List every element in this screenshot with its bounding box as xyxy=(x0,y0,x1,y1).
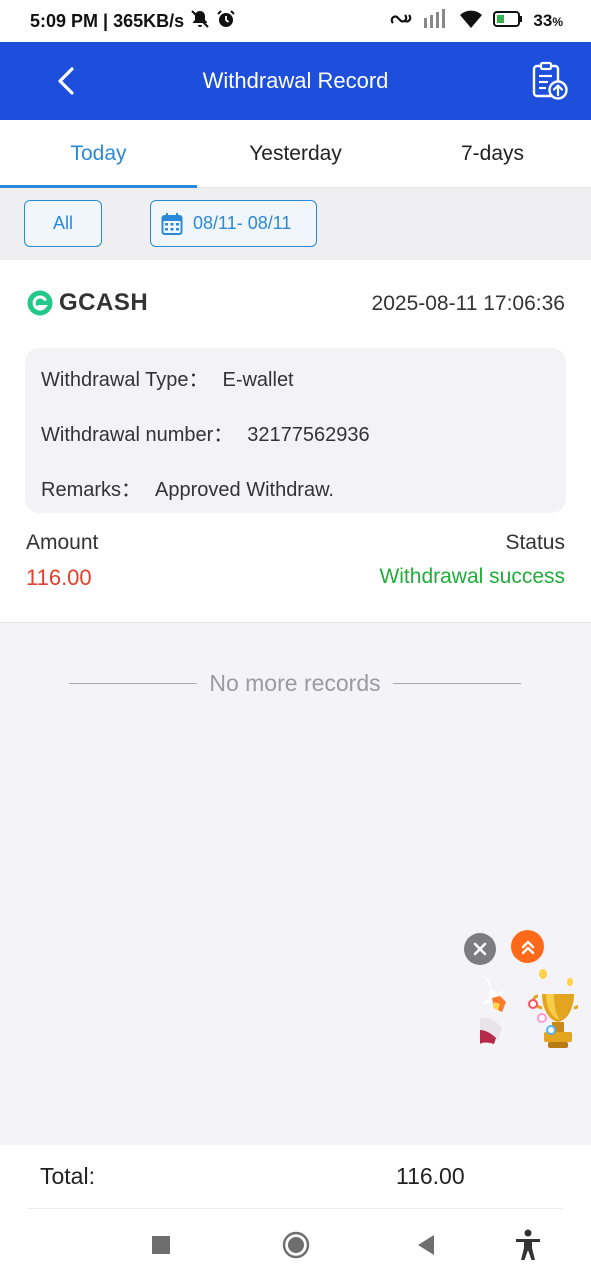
status-left: 5:09 PM | 365KB/s xyxy=(30,9,236,34)
withdrawal-number-value: 32177562936 xyxy=(247,424,370,446)
battery-icon xyxy=(493,10,523,33)
home-circle-icon xyxy=(282,1231,310,1259)
date-range-button[interactable]: 08/11- 08/11 xyxy=(150,200,317,247)
status-right: 33% xyxy=(389,8,563,34)
total-label: Total: xyxy=(40,1163,95,1189)
brand-name: GCASH xyxy=(59,289,149,316)
recents-square-icon xyxy=(152,1236,170,1254)
accessibility-icon xyxy=(516,1229,540,1260)
withdrawal-type-label: Withdrawal Type： xyxy=(41,369,209,391)
chevron-left-icon xyxy=(58,67,74,95)
calendar-icon xyxy=(161,212,183,235)
system-back-button[interactable] xyxy=(410,1229,442,1261)
list-end-indicator: No more records xyxy=(69,668,521,698)
clipboard-upload-icon xyxy=(532,61,568,100)
page-title: Withdrawal Record xyxy=(202,68,389,93)
withdrawal-type-value: E-wallet xyxy=(222,369,294,391)
total-bar: Total: 116.00 xyxy=(0,1145,591,1209)
recents-button[interactable] xyxy=(146,1230,176,1260)
status-time-speed: 5:09 PM | 365KB/s xyxy=(30,10,185,31)
tab-yesterday[interactable]: Yesterday xyxy=(197,120,394,187)
date-range-label: 08/11- 08/11 xyxy=(193,213,292,233)
amount-value: 116.00 xyxy=(26,565,92,590)
wifi-icon xyxy=(459,9,483,34)
tab-7-days[interactable]: 7-days xyxy=(394,120,591,187)
battery-unit: % xyxy=(552,15,563,29)
withdrawal-number-label: Withdrawal number： xyxy=(41,424,234,446)
withdrawal-type-row: Withdrawal Type： E-wallet xyxy=(41,363,294,392)
app-header: Withdrawal Record xyxy=(0,42,591,120)
mute-bell-icon xyxy=(190,9,210,34)
export-record-button[interactable] xyxy=(529,60,571,102)
double-chevron-up-icon xyxy=(521,940,534,954)
close-promo-button[interactable] xyxy=(464,933,496,965)
record-details: Withdrawal Type： E-wallet Withdrawal numb… xyxy=(25,348,566,513)
battery-value: 33 xyxy=(533,11,553,30)
signal-icon xyxy=(423,8,449,34)
promo-trophy-icon xyxy=(480,969,584,1048)
system-nav-bar xyxy=(0,1209,591,1280)
battery-level: 33% xyxy=(533,11,563,31)
remarks-row: Remarks： Approved Withdraw. xyxy=(41,473,334,502)
filter-bar: All 08/11- 08/11 xyxy=(0,188,591,260)
promo-widget[interactable] xyxy=(478,968,584,1050)
filter-all-button[interactable]: All xyxy=(24,200,102,247)
record-datetime: 2025-08-11 17:06:36 xyxy=(371,292,565,315)
remarks-value: Approved Withdraw. xyxy=(155,479,334,501)
no-more-records-text: No more records xyxy=(209,669,381,696)
remarks-label: Remarks： xyxy=(41,479,142,501)
back-triangle-icon xyxy=(418,1235,434,1255)
link-icon xyxy=(389,9,413,34)
amount-label: Amount xyxy=(26,531,99,554)
period-tabs: Today Yesterday 7-days xyxy=(0,120,591,188)
payment-brand: GCASH xyxy=(27,289,148,317)
total-value: 116.00 xyxy=(396,1163,465,1189)
accessibility-button[interactable] xyxy=(510,1227,546,1263)
withdrawal-number-row: Withdrawal number： 32177562936 xyxy=(41,418,370,447)
alarm-icon xyxy=(216,9,236,34)
close-icon xyxy=(473,942,487,956)
tab-today[interactable]: Today xyxy=(0,120,197,188)
back-button[interactable] xyxy=(48,62,84,100)
divider-left xyxy=(69,682,198,684)
status-badge: Withdrawal success xyxy=(379,565,565,588)
divider-right xyxy=(392,682,521,684)
home-button[interactable] xyxy=(278,1227,314,1263)
status-label: Status xyxy=(505,531,565,554)
status-bar: 5:09 PM | 365KB/s 33% xyxy=(0,0,591,42)
scroll-top-button[interactable] xyxy=(511,930,544,963)
withdrawal-record-card[interactable]: GCASH 2025-08-11 17:06:36 Withdrawal Typ… xyxy=(0,260,591,623)
gcash-logo-icon xyxy=(27,290,53,316)
